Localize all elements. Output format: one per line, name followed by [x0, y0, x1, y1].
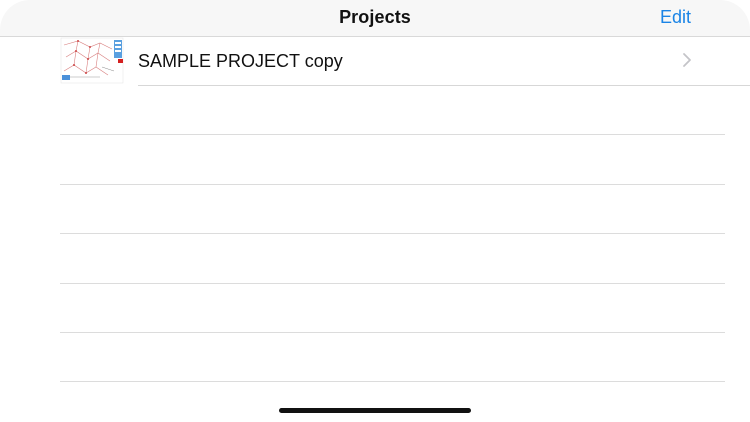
home-indicator[interactable]	[279, 408, 471, 413]
diagram-thumbnail-icon	[60, 37, 124, 84]
table-separator	[60, 134, 725, 135]
navigation-bar: Projects Edit	[0, 0, 750, 37]
project-thumbnail	[60, 37, 124, 84]
edit-button[interactable]: Edit	[660, 7, 691, 28]
page-title: Projects	[339, 7, 411, 27]
table-separator	[60, 184, 725, 185]
projects-screen: Projects Edit SAMPLE PROJECT copy	[0, 0, 750, 422]
table-separator	[60, 233, 725, 234]
project-name: SAMPLE PROJECT copy	[138, 51, 343, 71]
chevron-right-icon	[683, 53, 691, 67]
table-separator	[60, 332, 725, 333]
table-separator	[60, 381, 725, 382]
row-divider	[138, 85, 750, 86]
table-separator	[60, 283, 725, 284]
project-row[interactable]: SAMPLE PROJECT copy	[0, 37, 750, 86]
